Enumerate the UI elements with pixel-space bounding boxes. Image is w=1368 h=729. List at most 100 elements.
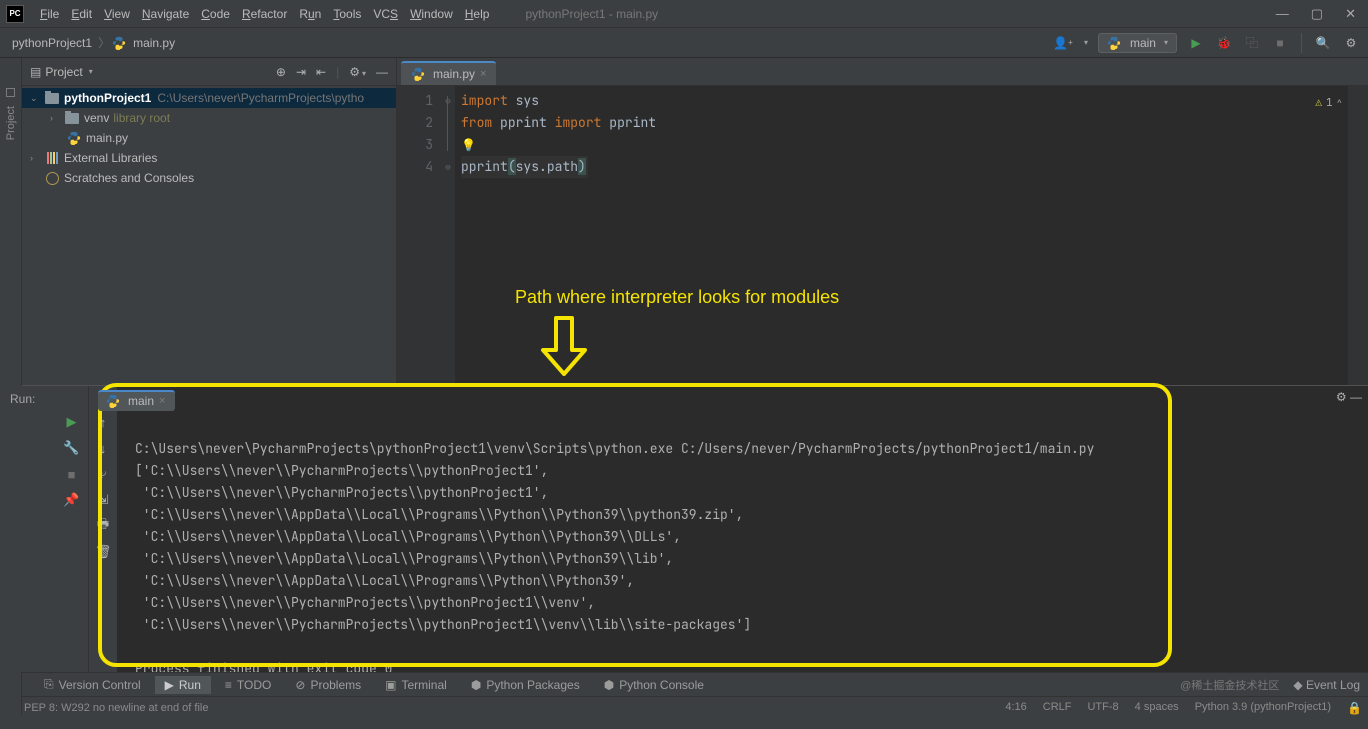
locate-icon[interactable]: ⊕ — [276, 65, 286, 79]
tree-project-path: C:\Users\never\PycharmProjects\pytho — [157, 91, 364, 105]
project-sidebar: ▤ Project ▾ ⊕ ⇥ ⇤ | ⚙▾ — ⌄ pythonProject… — [22, 58, 397, 385]
down-icon[interactable]: ↓ — [95, 440, 111, 456]
project-tree[interactable]: ⌄ pythonProject1 C:\Users\never\PycharmP… — [22, 86, 396, 190]
stop-icon[interactable]: ■ — [64, 466, 80, 482]
run-config-name: main — [1130, 36, 1156, 50]
status-bar: PEP 8: W292 no newline at end of file 4:… — [0, 696, 1368, 718]
run-panel: Run: main × ▶ 🔧 ■ 📌 ↑ ↓ ⤶ ⇲ 🖶 🗑 C:\Users… — [0, 386, 1368, 672]
inspection-indicator[interactable]: ⚠1 ^ — [1315, 92, 1342, 114]
search-icon[interactable]: 🔍 — [1314, 34, 1332, 52]
breadcrumb-file[interactable]: main.py — [129, 34, 179, 52]
editor-tab-label: main.py — [433, 67, 475, 81]
lock-icon[interactable]: 🔒 — [1347, 701, 1362, 715]
menu-refactor[interactable]: Refactor — [236, 4, 293, 24]
project-tool-icon[interactable] — [6, 88, 15, 97]
event-log-tool[interactable]: ◆ Event Log — [1293, 678, 1360, 692]
menu-window[interactable]: Window — [404, 4, 459, 24]
watermark: @稀土掘金技术社区 — [1180, 677, 1279, 693]
wrench-icon[interactable]: 🔧 — [64, 440, 80, 456]
title-bar: PC File Edit View Navigate Code Refactor… — [0, 0, 1368, 28]
breadcrumb-project[interactable]: pythonProject1 — [8, 34, 96, 52]
trash-icon[interactable]: 🗑 — [95, 544, 111, 560]
menu-vcs[interactable]: VCS — [367, 4, 404, 24]
print-icon[interactable]: 🖶 — [95, 518, 111, 534]
editor-body[interactable]: 1234 ⊖⊖ import sys from pprint import pp… — [397, 86, 1368, 385]
status-message: PEP 8: W292 no newline at end of file — [24, 702, 208, 714]
run-tool[interactable]: ▶ Run — [155, 676, 211, 694]
run-toolbar-secondary: ↑ ↓ ⤶ ⇲ 🖶 🗑 — [89, 386, 117, 672]
run-config-select[interactable]: main ▾ — [1098, 33, 1177, 53]
editor-tabs: main.py × — [397, 58, 1368, 86]
hide-icon[interactable]: — — [376, 65, 388, 79]
fold-column[interactable]: ⊖⊖ — [441, 86, 455, 385]
indent-setting[interactable]: 4 spaces — [1135, 701, 1179, 715]
up-icon[interactable]: ↑ — [95, 414, 111, 430]
project-tool-label[interactable]: Project — [4, 105, 18, 141]
left-tool-strip: Project — [0, 58, 22, 385]
stop-icon[interactable]: ■ — [1271, 34, 1289, 52]
run-console-output[interactable]: C:\Users\never\PycharmProjects\pythonPro… — [117, 386, 1368, 672]
project-view-icon: ▤ — [30, 65, 41, 79]
sidebar-title[interactable]: Project — [45, 65, 82, 79]
bottom-tool-bar: ⎘ Version Control ▶ Run ≡ TODO ⊘ Problem… — [0, 672, 1368, 696]
menu-view[interactable]: View — [98, 4, 136, 24]
menu-file[interactable]: File — [34, 4, 65, 24]
collapse-icon[interactable]: ⇤ — [316, 65, 326, 79]
line-separator[interactable]: CRLF — [1043, 701, 1072, 715]
problems-tool[interactable]: ⊘ Problems — [285, 676, 371, 694]
scroll-end-icon[interactable]: ⇲ — [95, 492, 111, 508]
minimize-icon[interactable]: — — [1276, 6, 1289, 22]
tree-venv[interactable]: › venvlibrary root — [22, 108, 396, 128]
tree-main-py[interactable]: main.py — [22, 128, 396, 148]
soft-wrap-icon[interactable]: ⤶ — [95, 466, 111, 482]
rerun-icon[interactable]: ▶ — [64, 414, 80, 430]
menu-code[interactable]: Code — [195, 4, 236, 24]
menu-run[interactable]: Run — [293, 4, 327, 24]
terminal-tool[interactable]: ▣ Terminal — [375, 676, 457, 694]
editor-area: main.py × 1234 ⊖⊖ import sys from pprint… — [397, 58, 1368, 385]
python-icon — [1107, 36, 1121, 50]
python-file-icon — [66, 130, 82, 146]
python-file-icon — [112, 36, 126, 50]
python-file-icon — [411, 67, 425, 81]
close-tab-icon[interactable]: × — [480, 68, 486, 80]
cursor-position[interactable]: 4:16 — [1005, 701, 1026, 715]
expand-icon[interactable]: ⇥ — [296, 65, 306, 79]
user-add-icon[interactable]: 👤+ — [1054, 34, 1072, 52]
run-icon[interactable]: ▶ — [1187, 34, 1205, 52]
menu-tools[interactable]: Tools — [327, 4, 367, 24]
run-toolbar-primary: ▶ 🔧 ■ 📌 — [55, 386, 89, 672]
chevron-right-icon: 〉 — [98, 34, 110, 51]
window-title: pythonProject1 - main.py — [525, 7, 658, 21]
tree-project-root[interactable]: ⌄ pythonProject1 C:\Users\never\PycharmP… — [22, 88, 396, 108]
python-packages-tool[interactable]: ⬢ Python Packages — [461, 676, 590, 694]
menu-edit[interactable]: Edit — [65, 4, 98, 24]
settings-gear-icon[interactable]: ⚙ — [1342, 34, 1360, 52]
todo-tool[interactable]: ≡ TODO — [215, 676, 281, 694]
debug-icon[interactable]: 🐞 — [1215, 34, 1233, 52]
line-gutter: 1234 — [397, 86, 441, 385]
annotation-overlay: Path where interpreter looks for modules — [515, 286, 839, 376]
coverage-icon[interactable]: ⿻ — [1243, 34, 1261, 52]
gear-icon[interactable]: ⚙▾ — [349, 65, 366, 79]
tree-external-libraries[interactable]: › External Libraries — [22, 148, 396, 168]
close-icon[interactable]: ✕ — [1345, 6, 1356, 22]
editor-tab-main[interactable]: main.py × — [401, 61, 496, 85]
pin-icon[interactable]: 📌 — [64, 492, 80, 508]
close-tab-icon[interactable]: × — [159, 395, 165, 407]
menu-help[interactable]: Help — [459, 4, 496, 24]
run-tab-main[interactable]: main × — [98, 390, 175, 411]
menu-navigate[interactable]: Navigate — [136, 4, 195, 24]
python-console-tool[interactable]: ⬢ Python Console — [594, 676, 714, 694]
run-settings-gear-icon[interactable]: ⚙ — — [1336, 390, 1362, 404]
encoding[interactable]: UTF-8 — [1087, 701, 1118, 715]
maximize-icon[interactable]: ▢ — [1311, 6, 1323, 22]
interpreter[interactable]: Python 3.9 (pythonProject1) — [1195, 701, 1331, 715]
version-control-tool[interactable]: ⎘ Version Control — [34, 675, 151, 694]
sidebar-header: ▤ Project ▾ ⊕ ⇥ ⇤ | ⚙▾ — — [22, 58, 396, 86]
code-content[interactable]: import sys from pprint import pprint 💡 p… — [455, 86, 1348, 385]
tree-scratches[interactable]: Scratches and Consoles — [22, 168, 396, 188]
run-panel-label: Run: — [0, 386, 55, 672]
error-stripe[interactable] — [1348, 86, 1368, 385]
lightbulb-icon[interactable]: 💡 — [461, 137, 476, 153]
